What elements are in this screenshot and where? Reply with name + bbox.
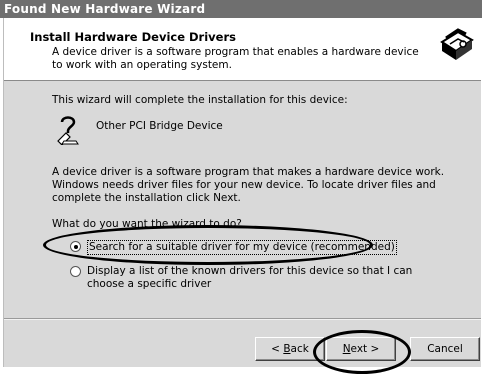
question-text: What do you want the wizard to do? <box>52 218 242 230</box>
radio-search-driver[interactable] <box>70 241 81 252</box>
footer-divider <box>4 318 481 320</box>
title-bar[interactable]: Found New Hardware Wizard <box>0 0 482 18</box>
radio-display-list[interactable] <box>70 266 81 277</box>
back-button[interactable]: < Back <box>255 337 325 361</box>
option-display-list[interactable]: Display a list of the known drivers for … <box>70 265 450 291</box>
window-title: Found New Hardware Wizard <box>4 2 206 16</box>
cancel-label: Cancel <box>427 343 463 355</box>
hardware-install-icon <box>437 25 475 63</box>
option-display-list-label: Display a list of the known drivers for … <box>87 265 413 290</box>
next-rest: ext > <box>350 343 380 355</box>
option-search-driver-label: Search for a suitable driver for my devi… <box>87 240 397 255</box>
option-search-driver[interactable]: Search for a suitable driver for my devi… <box>70 240 397 255</box>
unknown-device-icon <box>57 116 79 145</box>
back-rest: ack <box>290 343 309 355</box>
next-button[interactable]: Next > <box>326 337 396 361</box>
device-name: Other PCI Bridge Device <box>96 120 223 132</box>
explanation-text: A device driver is a software program th… <box>52 166 445 204</box>
wizard-dialog: Install Hardware Device Drivers A device… <box>3 18 481 367</box>
header-title: Install Hardware Device Drivers <box>30 30 236 44</box>
back-prefix: < <box>271 343 284 355</box>
intro-text: This wizard will complete the installati… <box>52 94 348 106</box>
header-subtitle: A device driver is a software program th… <box>52 46 419 71</box>
cancel-button[interactable]: Cancel <box>410 337 480 361</box>
wizard-header: Install Hardware Device Drivers A device… <box>4 18 481 81</box>
back-mnemonic: B <box>283 343 291 355</box>
next-mnemonic: N <box>342 343 351 355</box>
